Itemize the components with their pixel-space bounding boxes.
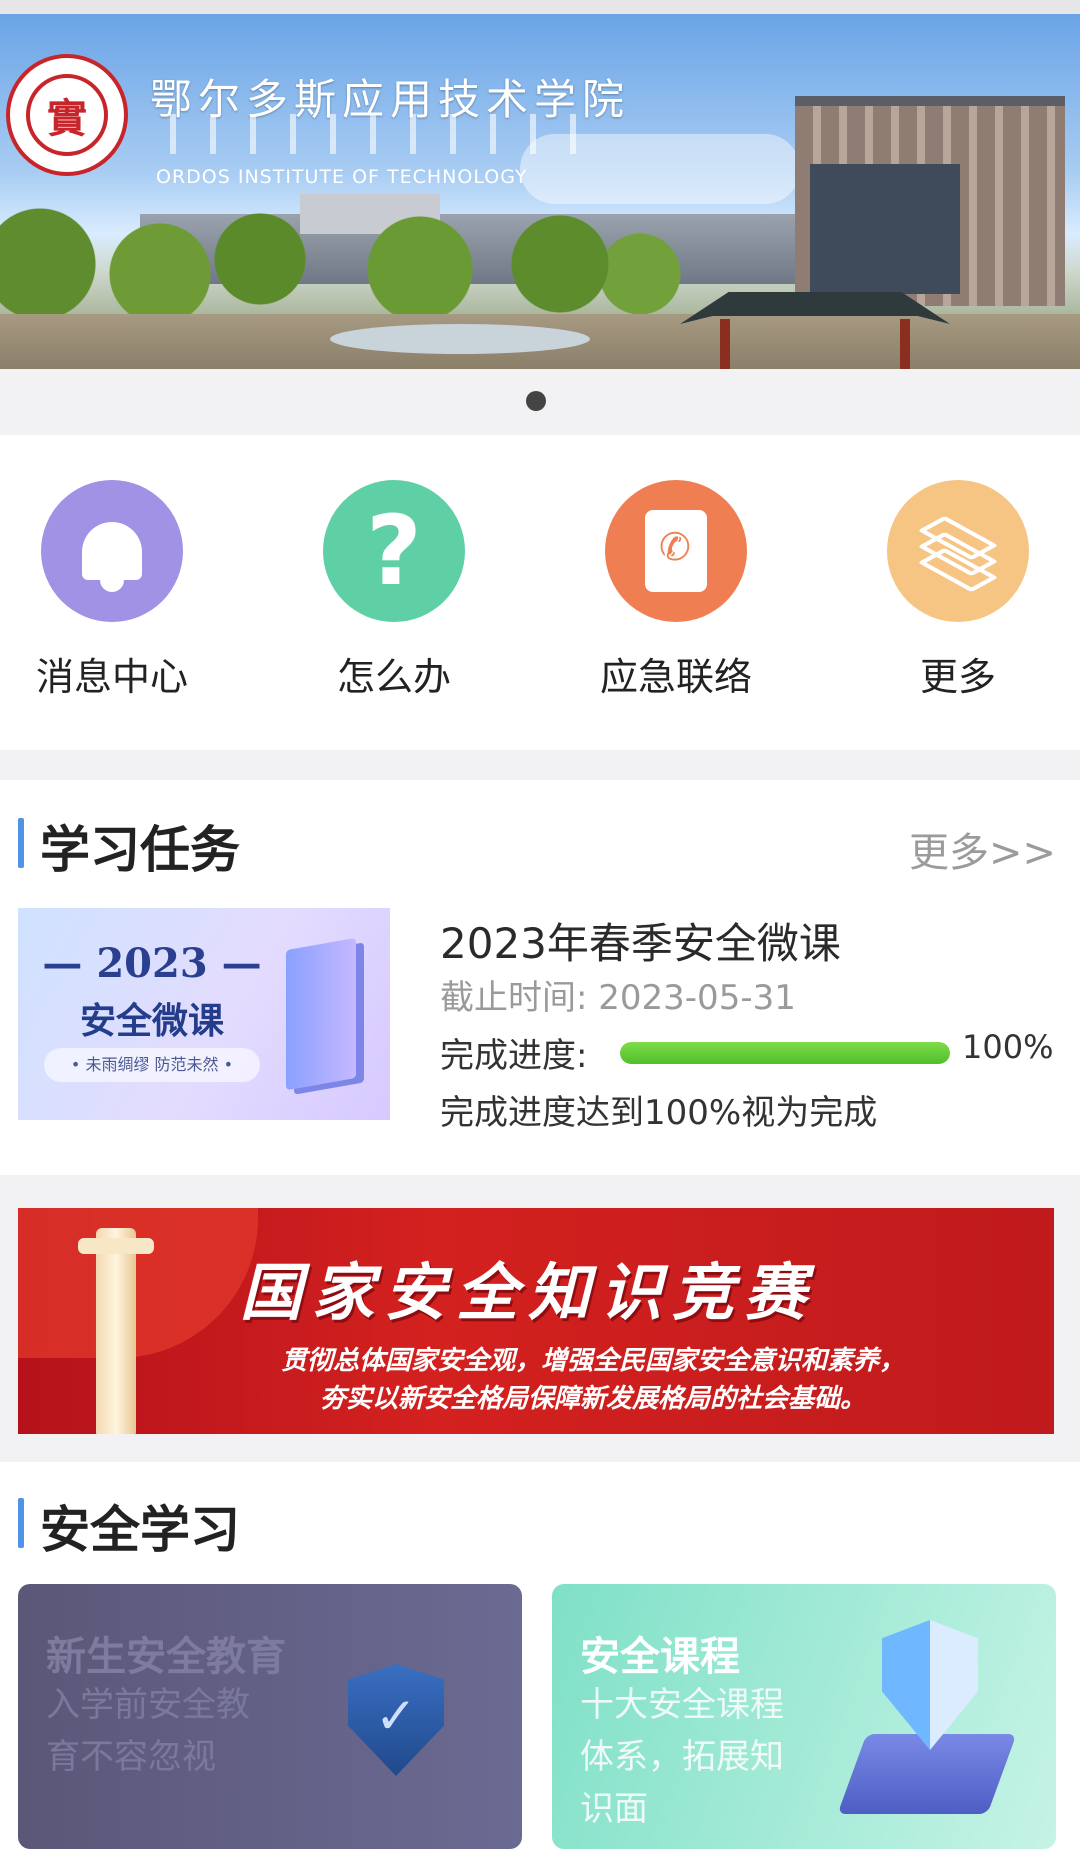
thumbnail-year: — 2023 — (42, 940, 262, 987)
progress-label: 完成进度: (440, 1036, 588, 1076)
quick-entry-label: 消息中心 (35, 655, 188, 699)
card-title: 新生安全教育 (46, 1634, 286, 1680)
study-tasks-more-link[interactable]: 更多>> (909, 820, 1056, 878)
school-name-mongolian (170, 114, 590, 154)
security-contest-banner[interactable]: 国家安全知识竞赛 贯彻总体国家安全观，增强全民国家安全意识和素养， 夯实以新安全… (18, 1208, 1054, 1434)
course-thumbnail[interactable]: — 2023 — 安全微课 • 未雨绸缪 防范未然 • (18, 908, 390, 1120)
banner-pavilion-post (720, 319, 730, 369)
bell-icon (41, 480, 183, 622)
campus-banner[interactable]: 實 鄂尔多斯应用技术学院 ORDOS INSTITUTE OF TECHNOLO… (0, 14, 1080, 369)
quick-entry-label: 更多 (919, 655, 996, 699)
card-title: 安全课程 (580, 1634, 740, 1680)
contest-subtitle-line2: 夯实以新安全格局保障新发展格局的社会基础。 (319, 1384, 866, 1414)
quick-entry-message-center[interactable]: 消息中心 (2, 480, 222, 720)
quick-entry-emergency-contact[interactable]: ✆ 应急联络 (566, 480, 786, 720)
top-strip (0, 0, 1080, 14)
book-icon (286, 937, 356, 1091)
phonebook-icon: ✆ (605, 480, 747, 622)
section-title: 安全学习 (18, 1490, 240, 1562)
shield-chip-icon (882, 1620, 978, 1750)
school-seal-logo: 實 (6, 54, 128, 176)
quick-entry-more[interactable]: 更多 (848, 480, 1068, 720)
thumbnail-title: 安全微课 (79, 1000, 224, 1042)
study-tasks-section: 学习任务 更多>> — 2023 — 安全微课 • 未雨绸缪 防范未然 • 20… (0, 780, 1080, 1175)
banner-pond (330, 324, 590, 354)
progress-percent: 100% (962, 1028, 1054, 1066)
quick-entry-label: 应急联络 (599, 655, 752, 699)
huabiao-pillar-top (78, 1238, 154, 1254)
card-desc: 入学前安全教育不容忽视 (46, 1685, 250, 1777)
question-icon: ? (323, 480, 465, 622)
huabiao-pillar-icon (96, 1228, 136, 1434)
school-name-en: ORDOS INSTITUTE OF TECHNOLOGY (156, 166, 528, 188)
banner-trees (0, 204, 1080, 314)
thumbnail-slogan: • 未雨绸缪 防范未然 • (44, 1048, 260, 1082)
card-desc: 十大安全课程体系，拓展知识面 (580, 1685, 784, 1829)
flag-decoration (18, 1208, 258, 1358)
safety-course-card[interactable]: 安全课程 十大安全课程体系，拓展知识面 (552, 1584, 1056, 1849)
quick-entry-grid: 消息中心 ? 怎么办 ✆ 应急联络 更多 (0, 435, 1080, 750)
banner-pavilion-post (900, 319, 910, 369)
freshman-safety-card[interactable]: 新生安全教育 入学前安全教育不容忽视 ✓ (18, 1584, 522, 1849)
completion-note: 完成进度达到100%视为完成 (440, 1093, 878, 1133)
shield-check-icon: ✓ (348, 1664, 444, 1776)
course-deadline: 截止时间: 2023-05-31 (440, 978, 796, 1018)
section-title: 学习任务 (18, 810, 240, 882)
course-name[interactable]: 2023年春季安全微课 (440, 910, 841, 971)
contest-subtitle-line1: 贯彻总体国家安全观，增强全民国家安全意识和素养， (280, 1346, 905, 1376)
quick-entry-how-to[interactable]: ? 怎么办 (284, 480, 504, 720)
progress-bar-fill (620, 1042, 950, 1064)
contest-title: 国家安全知识竞赛 (240, 1256, 817, 1329)
layers-icon (887, 480, 1029, 622)
quick-entry-label: 怎么办 (336, 655, 451, 699)
carousel-dot-active[interactable] (526, 391, 546, 411)
seal-char: 實 (26, 74, 108, 156)
progress-bar (620, 1042, 950, 1064)
